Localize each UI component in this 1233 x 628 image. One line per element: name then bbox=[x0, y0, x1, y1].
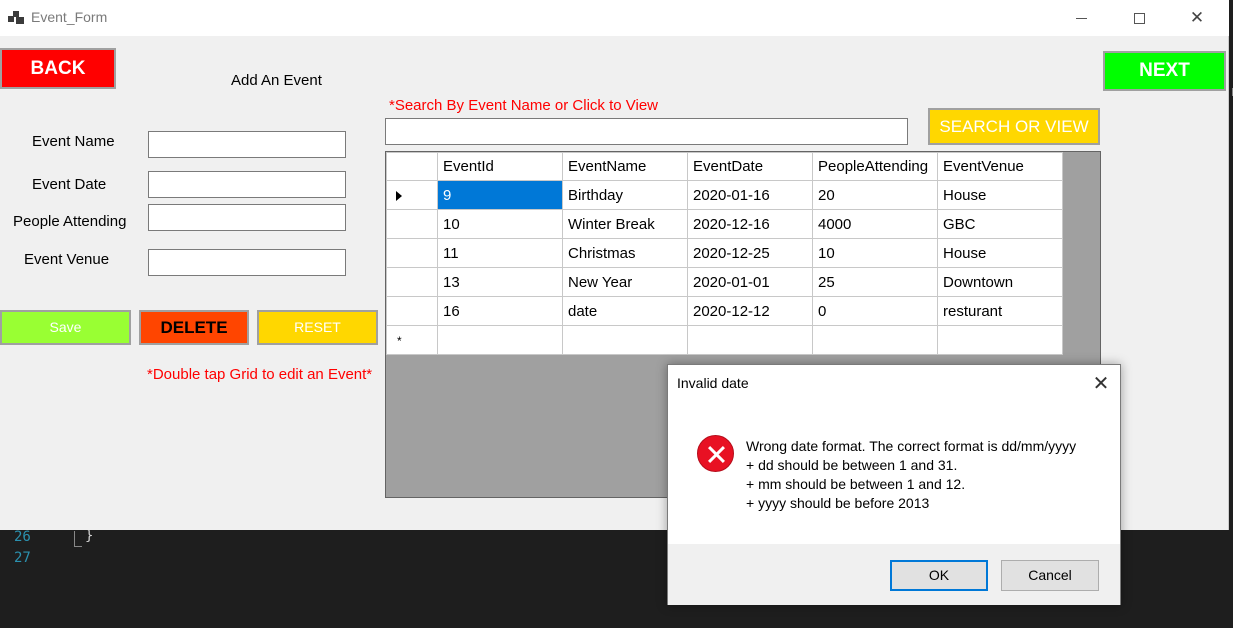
table-cell[interactable]: 10 bbox=[437, 209, 563, 239]
column-header-eventname[interactable]: EventName bbox=[562, 152, 688, 181]
table-cell[interactable] bbox=[937, 325, 1063, 355]
table-row[interactable]: 16 date 2020-12-12 0 resturant bbox=[386, 296, 1063, 326]
row-header[interactable] bbox=[386, 296, 438, 326]
search-or-view-button[interactable]: SEARCH OR VIEW bbox=[928, 108, 1100, 145]
event-date-label: Event Date bbox=[32, 176, 107, 193]
table-cell[interactable]: GBC bbox=[937, 209, 1063, 239]
table-cell[interactable]: 2020-01-01 bbox=[687, 267, 813, 297]
title-bar: Event_Form ✕ bbox=[0, 0, 1229, 36]
invalid-date-dialog: Invalid date ✕ Wrong date format. The co… bbox=[667, 364, 1121, 605]
dialog-message-line: + dd should be between 1 and 31. bbox=[746, 457, 958, 473]
window-title: Event_Form bbox=[31, 9, 108, 25]
code-line: } bbox=[85, 528, 94, 544]
table-cell[interactable]: 2020-12-25 bbox=[687, 238, 813, 268]
error-icon bbox=[697, 435, 734, 472]
people-attending-input[interactable] bbox=[148, 204, 346, 231]
table-cell[interactable] bbox=[437, 325, 563, 355]
event-venue-input[interactable] bbox=[148, 249, 346, 276]
row-header-corner[interactable] bbox=[386, 152, 438, 181]
table-cell[interactable]: 10 bbox=[812, 238, 938, 268]
table-cell[interactable]: 16 bbox=[437, 296, 563, 326]
line-number: 26 bbox=[14, 529, 31, 545]
events-table: EventId EventName EventDate PeopleAttend… bbox=[386, 152, 1063, 355]
header-row: EventId EventName EventDate PeopleAttend… bbox=[386, 152, 1063, 181]
dialog-message-line: + mm should be between 1 and 12. bbox=[746, 476, 966, 492]
event-name-input[interactable] bbox=[148, 131, 346, 158]
table-cell[interactable]: date bbox=[562, 296, 688, 326]
cancel-button[interactable]: Cancel bbox=[1001, 560, 1099, 591]
edit-hint: *Double tap Grid to edit an Event* bbox=[147, 366, 373, 383]
dialog-message-line: Wrong date format. The correct format is… bbox=[746, 438, 1077, 454]
row-header[interactable]: * bbox=[386, 325, 438, 355]
back-button[interactable]: BACK bbox=[0, 48, 116, 89]
close-icon[interactable]: ✕ bbox=[1086, 371, 1116, 395]
table-cell[interactable]: House bbox=[937, 180, 1063, 210]
app-window-icon bbox=[8, 11, 24, 25]
table-row[interactable]: 10 Winter Break 2020-12-16 4000 GBC bbox=[386, 209, 1063, 239]
table-cell[interactable]: 2020-01-16 bbox=[687, 180, 813, 210]
row-header[interactable] bbox=[386, 267, 438, 297]
table-cell[interactable]: Winter Break bbox=[562, 209, 688, 239]
maximize-icon[interactable] bbox=[1110, 0, 1168, 36]
table-row[interactable]: 11 Christmas 2020-12-25 10 House bbox=[386, 238, 1063, 268]
table-cell[interactable]: Downtown bbox=[937, 267, 1063, 297]
event-date-input[interactable] bbox=[148, 171, 346, 198]
table-cell[interactable]: 2020-12-16 bbox=[687, 209, 813, 239]
table-cell[interactable]: House bbox=[937, 238, 1063, 268]
row-header[interactable] bbox=[386, 180, 438, 210]
row-pointer-icon bbox=[396, 191, 402, 201]
table-cell[interactable]: New Year bbox=[562, 267, 688, 297]
line-number: 27 bbox=[14, 550, 31, 566]
table-cell[interactable]: 13 bbox=[437, 267, 563, 297]
column-header-eventid[interactable]: EventId bbox=[437, 152, 563, 181]
table-cell[interactable]: 25 bbox=[812, 267, 938, 297]
search-hint: *Search By Event Name or Click to View bbox=[389, 97, 658, 114]
ok-button[interactable]: OK bbox=[890, 560, 988, 591]
table-cell[interactable]: resturant bbox=[937, 296, 1063, 326]
table-cell[interactable]: 0 bbox=[812, 296, 938, 326]
table-cell[interactable]: 20 bbox=[812, 180, 938, 210]
table-cell[interactable]: 9 bbox=[437, 180, 563, 210]
table-cell[interactable] bbox=[687, 325, 813, 355]
delete-button[interactable]: DELETE bbox=[139, 310, 249, 345]
table-cell[interactable]: Christmas bbox=[562, 238, 688, 268]
brace-guide bbox=[74, 531, 82, 547]
row-header[interactable] bbox=[386, 209, 438, 239]
new-row-marker: * bbox=[397, 334, 402, 348]
column-header-eventvenue[interactable]: EventVenue bbox=[937, 152, 1063, 181]
form-heading: Add An Event bbox=[231, 72, 322, 89]
minimize-icon[interactable] bbox=[1052, 0, 1110, 36]
row-header[interactable] bbox=[386, 238, 438, 268]
close-icon[interactable]: ✕ bbox=[1168, 0, 1226, 36]
save-button[interactable]: Save bbox=[0, 310, 131, 345]
dialog-message-line: + yyyy should be before 2013 bbox=[746, 495, 930, 511]
table-row[interactable]: 9 Birthday 2020-01-16 20 House bbox=[386, 180, 1063, 210]
column-header-peopleattending[interactable]: PeopleAttending bbox=[812, 152, 938, 181]
table-cell[interactable] bbox=[812, 325, 938, 355]
table-cell[interactable]: 11 bbox=[437, 238, 563, 268]
table-cell[interactable]: 4000 bbox=[812, 209, 938, 239]
search-input[interactable] bbox=[385, 118, 908, 145]
reset-button[interactable]: RESET bbox=[257, 310, 378, 345]
table-cell[interactable]: Birthday bbox=[562, 180, 688, 210]
table-row[interactable]: 13 New Year 2020-01-01 25 Downtown bbox=[386, 267, 1063, 297]
resize-edge bbox=[1228, 88, 1233, 96]
next-button[interactable]: NEXT bbox=[1103, 51, 1226, 91]
new-row[interactable]: * bbox=[386, 325, 1063, 355]
table-cell[interactable]: 2020-12-12 bbox=[687, 296, 813, 326]
table-cell[interactable] bbox=[562, 325, 688, 355]
event-name-label: Event Name bbox=[32, 133, 115, 150]
column-header-eventdate[interactable]: EventDate bbox=[687, 152, 813, 181]
dialog-title: Invalid date bbox=[677, 375, 749, 391]
event-venue-label: Event Venue bbox=[24, 251, 110, 268]
people-attending-label: People Attending bbox=[13, 213, 127, 230]
